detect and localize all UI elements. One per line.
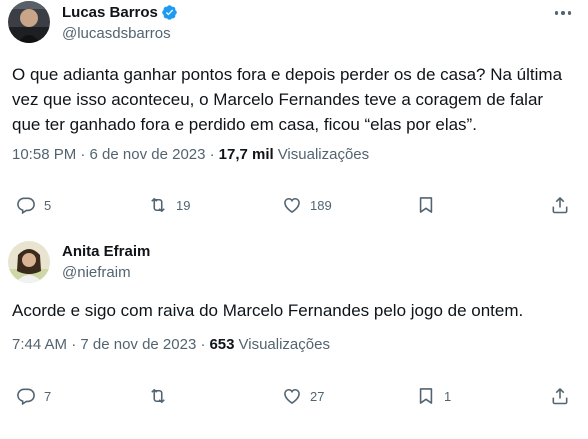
bookmark-icon	[419, 197, 433, 213]
tweet-text: O que adianta ganhar pontos fora e depoi…	[12, 65, 563, 134]
retweet-icon	[151, 197, 165, 213]
timestamp[interactable]: 7:44 AM · 7 de nov de 2023 ·	[12, 336, 205, 353]
views-label: Visualizações	[238, 336, 330, 353]
verified-badge-icon[interactable]	[161, 4, 178, 21]
heart-icon	[284, 388, 300, 405]
share-button[interactable]	[550, 190, 570, 220]
user-handle[interactable]: @lucasdsbarros	[62, 25, 171, 42]
avatar[interactable]	[8, 241, 50, 283]
display-name[interactable]: Anita Efraim	[62, 243, 150, 260]
timestamp[interactable]: 10:58 PM · 6 de nov de 2023 ·	[12, 146, 215, 163]
reply-count: 7	[44, 388, 52, 404]
retweet-count: 19	[176, 197, 191, 213]
bookmark-button[interactable]: 1	[416, 381, 451, 411]
tweet-anita-efraim[interactable]: Anita Efraim @niefraim Acorde e sigo com…	[0, 230, 588, 439]
tweet-text: Acorde e sigo com raiva do Marcelo Ferna…	[12, 301, 524, 320]
heart-icon	[284, 197, 300, 214]
views-label: Visualizações	[277, 146, 370, 163]
views-count: 653	[209, 336, 235, 353]
views-count: 17,7 mil	[218, 146, 274, 163]
like-count: 27	[310, 388, 325, 404]
tweet-meta: 7:44 AM · 7 de nov de 2023 · 653 Visuali…	[12, 336, 330, 353]
like-button[interactable]: 27	[282, 381, 324, 411]
reply-bubble-icon	[17, 197, 35, 215]
action-bar: 7 27 1	[0, 381, 588, 411]
more-dots-icon[interactable]	[552, 4, 574, 22]
reply-count: 5	[44, 197, 52, 213]
avatar[interactable]	[8, 1, 50, 43]
avatar-photo	[8, 241, 50, 283]
tweet-meta: 10:58 PM · 6 de nov de 2023 · 17,7 mil V…	[12, 146, 369, 163]
avatar-photo	[8, 1, 50, 43]
reply-bubble-icon	[17, 388, 35, 406]
user-handle[interactable]: @niefraim	[62, 264, 131, 281]
retweet-button[interactable]: 19	[148, 190, 190, 220]
display-name[interactable]: Lucas Barros	[62, 4, 158, 21]
like-count: 189	[310, 197, 332, 213]
retweet-button[interactable]	[148, 381, 176, 411]
author-row: Lucas Barros	[62, 4, 178, 21]
author-row: Anita Efraim	[62, 243, 150, 260]
share-button[interactable]	[550, 381, 570, 411]
like-button[interactable]: 189	[282, 190, 332, 220]
share-icon	[552, 388, 568, 405]
retweet-icon	[151, 388, 165, 404]
reply-button[interactable]: 7	[16, 381, 51, 411]
reply-button[interactable]: 5	[16, 190, 51, 220]
tweet-lucas-barros[interactable]: Lucas Barros @lucasdsbarros O que adiant…	[0, 0, 588, 230]
share-icon	[552, 197, 568, 214]
bookmark-icon	[419, 388, 433, 404]
bookmark-count: 1	[444, 388, 452, 404]
bookmark-button[interactable]	[416, 190, 444, 220]
action-bar: 5 19 189	[0, 190, 588, 220]
